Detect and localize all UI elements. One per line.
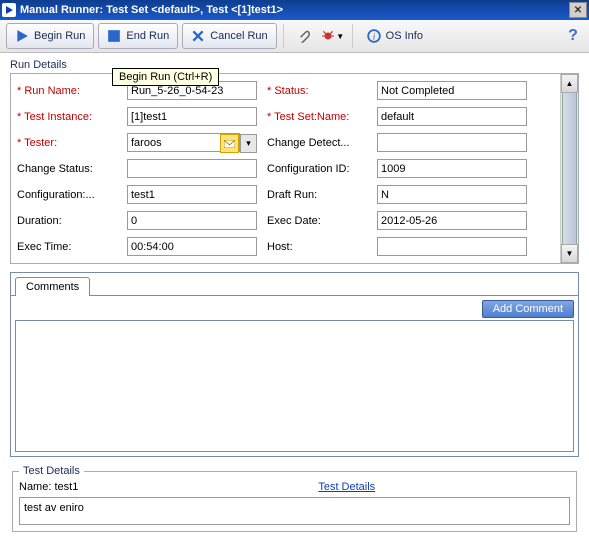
field-input[interactable] [377,81,527,100]
begin-run-button[interactable]: Begin Run [6,23,94,49]
field-label: Change Detect... [267,137,350,149]
bug-icon [321,29,335,43]
scroll-up-icon[interactable]: ▲ [561,74,578,93]
envelope-icon[interactable] [220,134,239,153]
play-icon [15,29,29,43]
close-button[interactable]: ✕ [569,2,587,18]
scroll-down-icon[interactable]: ▼ [561,244,578,263]
field-label: * Test Instance: [17,111,92,123]
field-label: Exec Date: [267,215,321,227]
window-title: Manual Runner: Test Set <default>, Test … [20,4,283,16]
field-label: * Test Set:Name: [267,111,349,123]
cancel-run-label: Cancel Run [210,30,267,42]
help-button[interactable]: ? [563,26,583,46]
scroll-thumb[interactable] [562,91,577,246]
test-details-link[interactable]: Test Details [318,481,375,493]
field-label: Change Status: [17,163,93,175]
chevron-down-icon: ▼ [336,32,344,41]
tab-comments[interactable]: Comments [15,277,90,296]
field-input[interactable] [377,237,527,256]
comments-textarea[interactable] [15,320,574,452]
field-input[interactable] [127,211,257,230]
field-label: Configuration:... [17,189,95,201]
test-name-value: test1 [54,481,78,493]
field-label: Exec Time: [17,241,71,253]
chevron-down-icon[interactable]: ▾ [240,134,257,153]
field-label: Draft Run: [267,189,317,201]
field-label: * Tester: [17,137,57,149]
form-scrollbar[interactable]: ▲ ▼ [560,74,578,263]
field-input[interactable] [377,159,527,178]
field-input[interactable] [127,237,257,256]
end-run-button[interactable]: End Run [98,23,178,49]
test-description: test av eniro [19,497,570,525]
field-input[interactable] [377,107,527,126]
begin-run-label: Begin Run [34,30,85,42]
field-label: Duration: [17,215,62,227]
svg-text:i: i [372,33,375,43]
field-label: Configuration ID: [267,163,350,175]
run-details-label: Run Details [10,59,579,71]
paperclip-icon [296,29,310,43]
app-icon [2,3,16,17]
test-name-label: Name: [19,481,51,493]
tooltip: Begin Run (Ctrl+R) [112,68,219,86]
test-details-legend: Test Details [19,465,84,477]
field-input[interactable] [127,107,257,126]
os-info-button[interactable]: i OS Info [359,24,431,48]
field-input[interactable] [377,211,527,230]
os-info-label: OS Info [386,30,423,42]
field-label: Host: [267,241,293,253]
cancel-run-button[interactable]: Cancel Run [182,23,276,49]
add-comment-button[interactable]: Add Comment [482,300,574,318]
field-input[interactable] [127,185,257,204]
attach-button[interactable] [290,23,316,49]
field-input[interactable] [377,133,527,152]
run-details-form: * Run Name: * Test Instance: * Tester: Chan… [10,73,579,264]
field-input[interactable] [127,159,257,178]
field-label: * Status: [267,85,309,97]
stop-icon [107,29,121,43]
cancel-icon [191,29,205,43]
field-label: * Run Name: [17,85,80,97]
field-input[interactable] [377,185,527,204]
end-run-label: End Run [126,30,169,42]
info-icon: i [367,29,381,43]
defect-button[interactable]: ▼ [320,23,346,49]
